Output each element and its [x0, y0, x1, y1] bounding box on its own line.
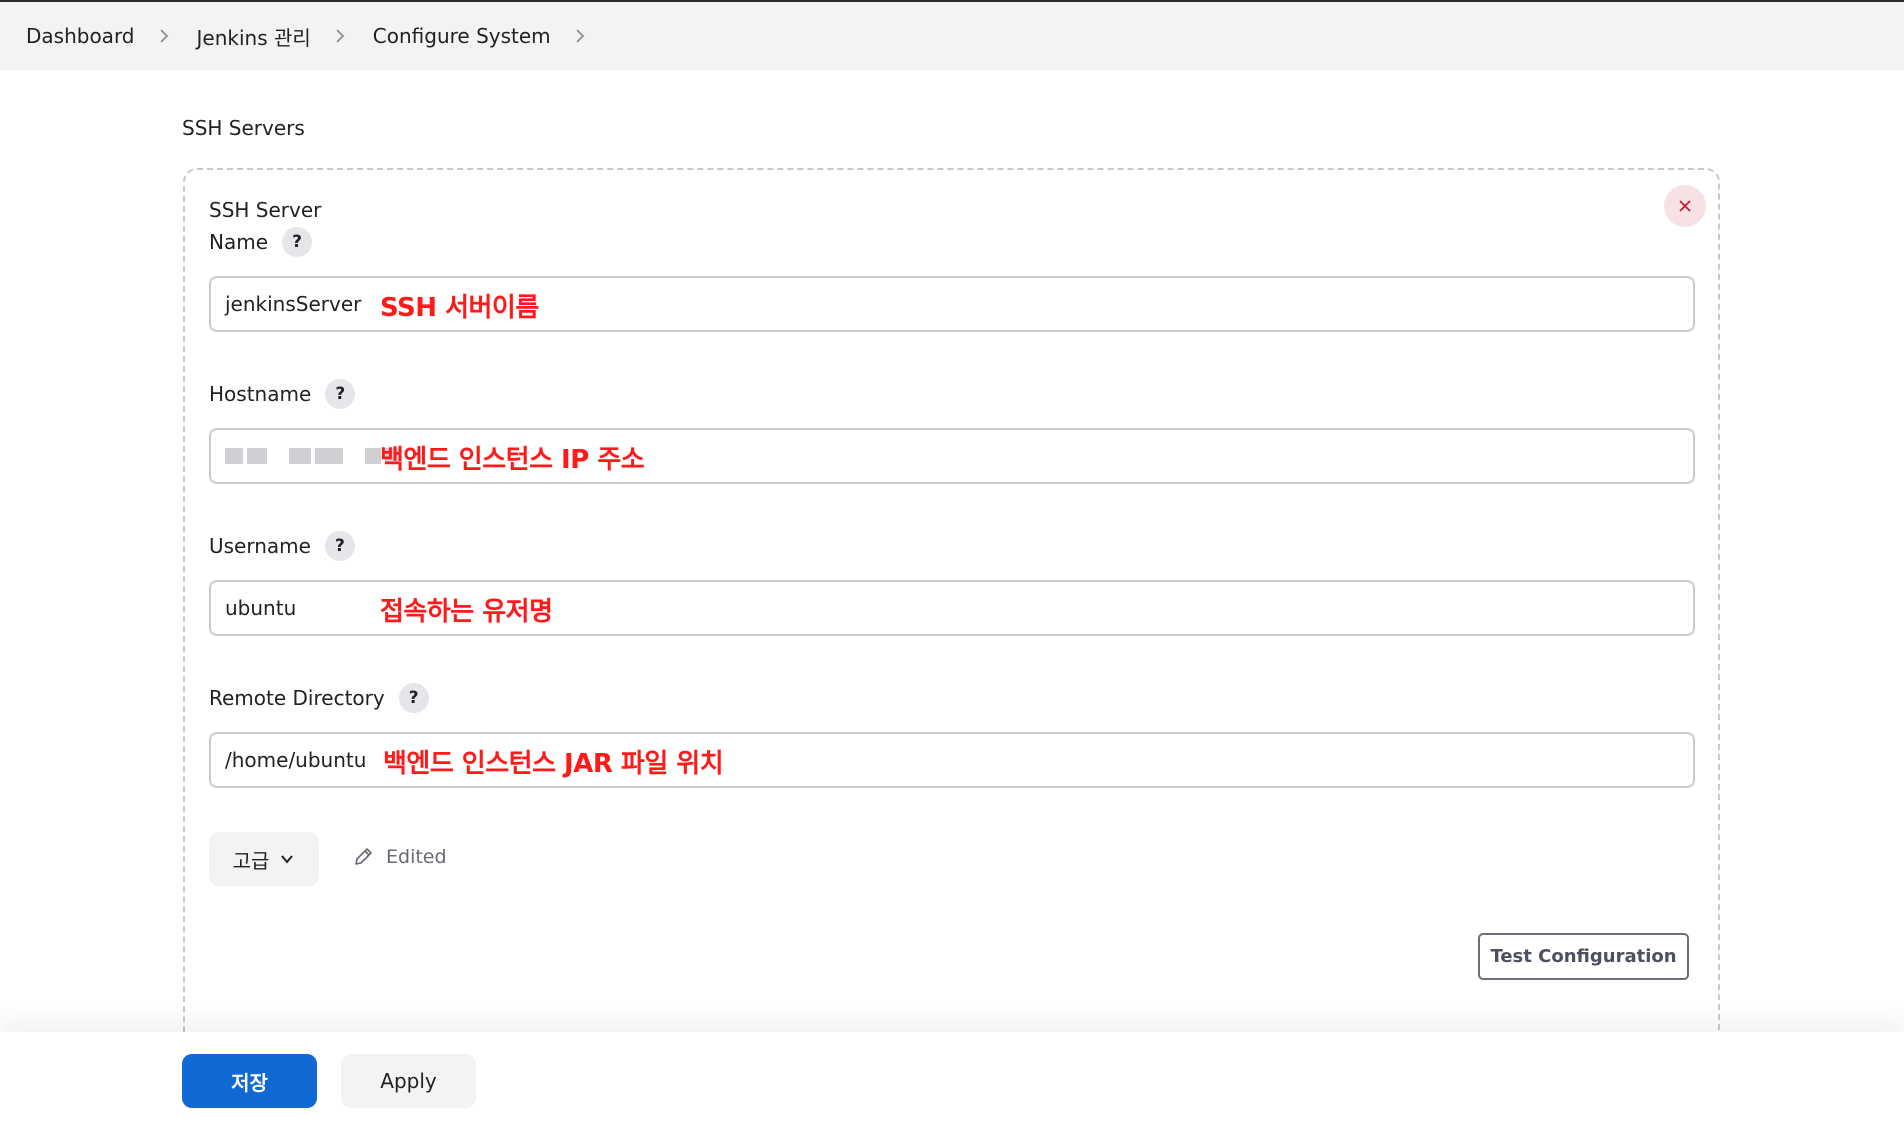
- apply-button[interactable]: Apply: [341, 1054, 476, 1108]
- advanced-button[interactable]: 고급: [209, 832, 319, 886]
- remote-directory-input-value[interactable]: /home/ubuntu: [225, 748, 366, 772]
- hostname-redacted-value: [225, 448, 399, 464]
- question-icon[interactable]: ?: [325, 379, 356, 409]
- breadcrumb-label[interactable]: Dashboard: [26, 24, 135, 48]
- delete-server-button[interactable]: [1664, 185, 1706, 227]
- username-label-text: Username: [209, 534, 311, 558]
- hostname-annotation: 백엔드 인스턴스 IP 주소: [380, 445, 645, 475]
- question-icon[interactable]: ?: [282, 227, 313, 257]
- breadcrumb-item-configure-system[interactable]: Configure System: [373, 24, 613, 48]
- breadcrumb-label[interactable]: Configure System: [373, 24, 551, 48]
- chevron-right-icon[interactable]: [573, 29, 587, 43]
- chevron-right-icon[interactable]: [333, 29, 347, 43]
- pencil-icon: [355, 848, 372, 865]
- hostname-label-text: Hostname: [209, 382, 312, 406]
- hostname-label: Hostname ?: [209, 378, 356, 410]
- name-label: SSH Server Name ?: [209, 194, 321, 258]
- advanced-label: 고급: [232, 848, 270, 873]
- test-configuration-button[interactable]: Test Configuration: [1478, 933, 1689, 980]
- name-label-line2: Name: [209, 230, 269, 254]
- username-label: Username ?: [209, 530, 355, 562]
- name-input-value[interactable]: jenkinsServer: [225, 292, 361, 316]
- name-label-line1: SSH Server: [209, 198, 322, 222]
- remote-directory-annotation: 백엔드 인스턴스 JAR 파일 위치: [383, 749, 724, 779]
- close-icon: [1679, 200, 1691, 212]
- remote-directory-label: Remote Directory ?: [209, 682, 429, 714]
- breadcrumb-label[interactable]: Jenkins 관리: [197, 22, 311, 51]
- username-input-value[interactable]: ubuntu: [225, 596, 296, 620]
- section-title: SSH Servers: [182, 116, 305, 140]
- breadcrumb-item-jenkins-manage[interactable]: Jenkins 관리: [197, 22, 373, 51]
- breadcrumb-item-dashboard[interactable]: Dashboard: [26, 24, 197, 48]
- save-button[interactable]: 저장: [182, 1054, 317, 1108]
- name-annotation: SSH 서버이름: [380, 293, 539, 323]
- username-annotation: 접속하는 유저명: [380, 597, 553, 627]
- edited-label: Edited: [386, 846, 447, 868]
- breadcrumb: Dashboard Jenkins 관리 Configure System: [0, 2, 1904, 70]
- remote-directory-label-text: Remote Directory: [209, 686, 385, 710]
- question-icon[interactable]: ?: [398, 683, 429, 713]
- chevron-down-icon: [281, 855, 294, 864]
- question-icon[interactable]: ?: [324, 531, 355, 561]
- chevron-right-icon[interactable]: [157, 29, 171, 43]
- edited-indicator: Edited: [352, 846, 447, 868]
